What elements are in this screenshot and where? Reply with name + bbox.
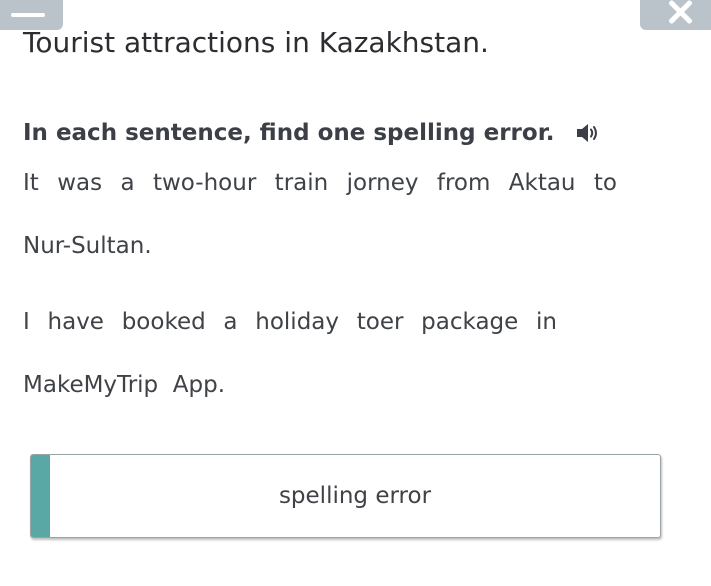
sentence-1-line-2[interactable]: Nur-Sultan. — [23, 215, 617, 278]
answer-accent-bar — [31, 455, 50, 537]
instruction-text: In each sentence, find one spelling erro… — [23, 120, 555, 146]
page-title: Tourist attractions in Kazakhstan. — [23, 26, 489, 59]
close-button[interactable] — [640, 0, 711, 30]
close-icon — [666, 0, 694, 27]
answer-dropzone[interactable]: spelling error — [30, 454, 661, 538]
menu-icon — [10, 13, 45, 17]
sentence-1: It was a two-hour train jorney from Akta… — [23, 152, 617, 278]
sentence-1-line-1[interactable]: It was a two-hour train jorney from Akta… — [23, 152, 617, 215]
sentence-2-line-1[interactable]: I have booked a holiday toer package in — [23, 291, 557, 354]
sentence-2-line-2[interactable]: MakeMyTrip App. — [23, 354, 557, 417]
sentence-2: I have booked a holiday toer package in … — [23, 291, 557, 417]
answer-placeholder: spelling error — [278, 483, 432, 509]
speaker-icon-graphic — [576, 124, 597, 142]
speaker-icon[interactable] — [575, 122, 601, 144]
instruction: In each sentence, find one spelling erro… — [23, 120, 601, 146]
